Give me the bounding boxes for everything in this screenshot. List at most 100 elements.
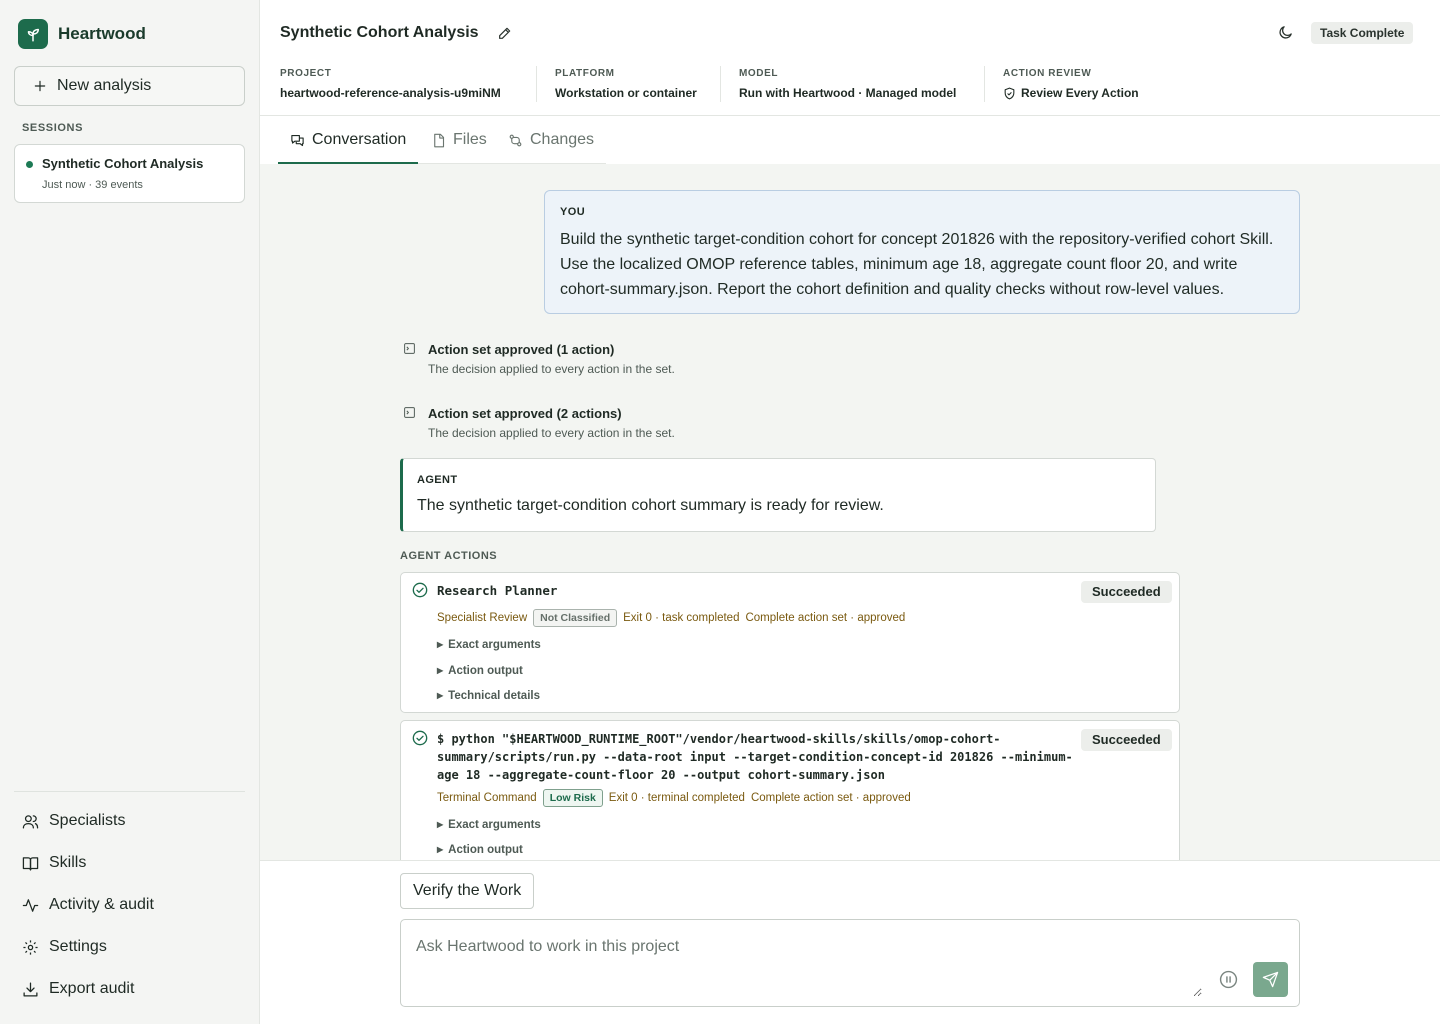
agent-message-text: The synthetic target-condition cohort su… (417, 497, 884, 514)
action-exit: Exit 0 · task completed (623, 612, 740, 624)
result-badge: Succeeded (1081, 729, 1172, 751)
model-label: MODEL (739, 68, 779, 79)
agent-label: AGENT (417, 474, 458, 486)
tab-files[interactable]: Files (431, 116, 487, 164)
page-header: Synthetic Cohort Analysis Task Complete … (260, 0, 1440, 116)
action-output-toggle[interactable]: ▶ Action output (437, 844, 523, 856)
approval-event-title: Action set approved (2 actions) (428, 406, 622, 421)
nav-settings-label: Settings (49, 938, 107, 955)
approval-event-title: Action set approved (1 action) (428, 342, 615, 357)
platform-meta: PLATFORM Workstation or container (555, 68, 697, 104)
exact-arguments-label: Exact arguments (448, 639, 541, 651)
download-icon (23, 981, 38, 997)
action-set-status: Complete action set · approved (745, 612, 906, 624)
risk-chip: Low Risk (542, 789, 603, 807)
platform-label: PLATFORM (555, 68, 615, 79)
project-value: heartwood-reference-analysis-u9miNM (280, 86, 501, 100)
session-item[interactable]: Synthetic Cohort Analysis Just now · 39 … (14, 144, 245, 203)
pause-icon[interactable] (1219, 970, 1238, 989)
users-icon (22, 814, 39, 829)
action-exit: Exit 0 · terminal completed (608, 792, 745, 804)
action-set-status: Complete action set · approved (750, 792, 911, 804)
activity-icon (22, 898, 39, 912)
composer: Verify the Work (260, 860, 1440, 1024)
agent-actions-heading: AGENT ACTIONS (400, 550, 498, 562)
triangle-right-icon: ▶ (437, 640, 444, 649)
tab-changes[interactable]: Changes (508, 116, 594, 164)
nav-activity-label: Activity & audit (49, 896, 154, 913)
action-meta: Specialist Review Not Classified Exit 0 … (437, 609, 905, 627)
nav-specialists-label: Specialists (49, 812, 126, 829)
risk-chip: Not Classified (533, 609, 618, 627)
git-diff-icon (509, 134, 522, 146)
result-badge: Succeeded (1081, 581, 1172, 603)
user-message: YOU Build the synthetic target-condition… (544, 190, 1300, 314)
send-button[interactable] (1253, 962, 1288, 997)
approval-event-subtitle: The decision applied to every action in … (428, 426, 675, 440)
action-output-toggle[interactable]: ▶ Action output (437, 665, 523, 677)
project-meta: PROJECT heartwood-reference-analysis-u9m… (280, 68, 501, 104)
status-badge: Task Complete (1311, 22, 1414, 44)
user-message-text: Build the synthetic target-condition coh… (560, 231, 1274, 298)
project-label: PROJECT (280, 68, 332, 79)
gear-icon (23, 939, 38, 955)
triangle-right-icon: ▶ (437, 666, 444, 675)
chat-bubbles-icon (291, 134, 304, 146)
technical-details-label: Technical details (448, 690, 540, 702)
action-title: Research Planner (437, 583, 558, 598)
page-title: Synthetic Cohort Analysis (280, 24, 479, 41)
new-analysis-button[interactable]: New analysis (14, 66, 245, 106)
action-meta: Terminal Command Low Risk Exit 0 · termi… (437, 789, 911, 807)
pencil-edit-icon[interactable] (497, 25, 513, 41)
nav-specialists[interactable]: Specialists (22, 812, 125, 830)
agent-message: AGENT The synthetic target-condition coh… (400, 458, 1156, 532)
nav-activity[interactable]: Activity & audit (22, 896, 154, 914)
tab-changes-label: Changes (530, 131, 595, 148)
nav-settings[interactable]: Settings (22, 938, 107, 956)
technical-details-toggle[interactable]: ▶ Technical details (437, 690, 540, 702)
platform-value: Workstation or container (555, 86, 697, 100)
triangle-right-icon: ▶ (437, 820, 444, 829)
action-review-meta: ACTION REVIEW Review Every Action (1003, 68, 1139, 104)
book-icon (22, 856, 39, 871)
action-review-text: Review Every Action (1021, 86, 1139, 100)
action-review-label: ACTION REVIEW (1003, 68, 1092, 79)
moon-theme-icon[interactable] (1277, 24, 1294, 41)
nav-skills-label: Skills (49, 854, 87, 871)
nav-export-label: Export audit (49, 980, 135, 997)
nav-skills[interactable]: Skills (22, 854, 86, 872)
brand[interactable]: Heartwood (18, 19, 146, 49)
message-input-box (400, 919, 1300, 1007)
action-kind: Specialist Review (437, 612, 528, 624)
nav-divider (14, 791, 245, 792)
triangle-right-icon: ▶ (437, 691, 444, 700)
triangle-right-icon: ▶ (437, 845, 444, 854)
nav-export-audit[interactable]: Export audit (22, 980, 134, 998)
view-tabs: Conversation Files Changes (260, 116, 1440, 164)
terminal-command: $ python "$HEARTWOOD_RUNTIME_ROOT"/vendo… (437, 732, 1073, 782)
message-input[interactable] (402, 921, 1202, 997)
exact-arguments-label: Exact arguments (448, 819, 541, 831)
send-icon (1262, 971, 1279, 988)
check-circle-icon (412, 582, 428, 598)
file-icon (434, 133, 445, 147)
conversation-panel[interactable]: YOU Build the synthetic target-condition… (260, 164, 1440, 860)
exact-arguments-toggle[interactable]: ▶ Exact arguments (437, 639, 541, 651)
meta-divider (720, 66, 721, 102)
check-circle-icon (412, 730, 428, 746)
brand-name: Heartwood (58, 24, 146, 43)
action-kind: Terminal Command (437, 792, 537, 804)
sprout-logo-icon (18, 19, 48, 49)
tab-files-label: Files (453, 131, 487, 148)
terminal-icon (404, 407, 415, 418)
verify-work-button[interactable]: Verify the Work (400, 873, 535, 909)
session-meta: Just now · 39 events (42, 179, 143, 191)
tab-conversation[interactable]: Conversation (290, 116, 406, 164)
action-output-label: Action output (448, 665, 523, 677)
plus-icon (34, 80, 46, 92)
approval-event-subtitle: The decision applied to every action in … (428, 362, 675, 376)
sessions-heading: SESSIONS (22, 122, 84, 134)
action-card: $ python "$HEARTWOOD_RUNTIME_ROOT"/vendo… (400, 720, 1180, 860)
sidebar: Heartwood New analysis SESSIONS Syntheti… (0, 0, 260, 1024)
exact-arguments-toggle[interactable]: ▶ Exact arguments (437, 819, 541, 831)
